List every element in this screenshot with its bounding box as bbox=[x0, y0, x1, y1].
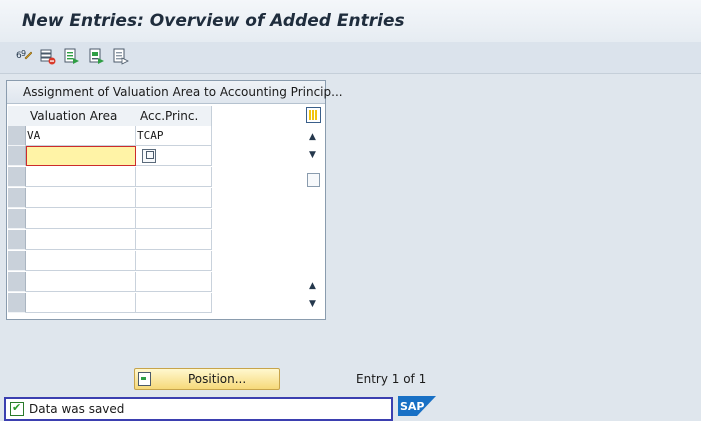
scroll-page-up-icon[interactable]: ▲ bbox=[304, 129, 321, 145]
table-row: VA TCAP bbox=[26, 126, 212, 146]
change-display-icon[interactable]: 6 9 bbox=[16, 48, 32, 66]
row-selector[interactable] bbox=[8, 293, 26, 313]
row-selector-column bbox=[8, 126, 26, 315]
row-selector[interactable] bbox=[8, 167, 26, 187]
row-selector[interactable] bbox=[8, 251, 26, 271]
table-row bbox=[26, 146, 212, 166]
acc-princ-cell[interactable] bbox=[136, 230, 212, 250]
position-icon bbox=[138, 372, 151, 386]
acc-princ-cell[interactable] bbox=[136, 188, 212, 208]
svg-text:SAP: SAP bbox=[400, 400, 425, 413]
svg-text:9: 9 bbox=[21, 49, 26, 58]
acc-princ-cell[interactable] bbox=[136, 209, 212, 229]
success-check-icon bbox=[10, 401, 24, 416]
entry-counter: Entry 1 of 1 bbox=[356, 372, 427, 386]
value-help-icon[interactable] bbox=[142, 149, 156, 163]
table-row bbox=[26, 230, 212, 250]
table-row bbox=[26, 251, 212, 271]
scroll-page-down-icon[interactable]: ▼ bbox=[304, 147, 321, 163]
status-bar: Data was saved SAP bbox=[0, 396, 701, 421]
row-selector[interactable] bbox=[8, 230, 26, 250]
table-row bbox=[26, 188, 212, 208]
acc-princ-cell[interactable] bbox=[136, 293, 212, 313]
valuation-area-cell[interactable] bbox=[26, 293, 136, 313]
select-block-icon[interactable] bbox=[89, 48, 105, 66]
row-selector[interactable] bbox=[8, 146, 26, 166]
row-selector[interactable] bbox=[8, 272, 26, 292]
acc-princ-cell[interactable] bbox=[136, 272, 212, 292]
valuation-area-cell[interactable]: VA bbox=[26, 126, 136, 146]
title-bar: New Entries: Overview of Added Entries bbox=[0, 0, 701, 42]
row-selector[interactable] bbox=[8, 209, 26, 229]
table-header: Assignment of Valuation Area to Accounti… bbox=[7, 81, 343, 104]
position-button[interactable]: Position... bbox=[134, 368, 280, 390]
valuation-area-input[interactable] bbox=[26, 146, 136, 166]
valuation-area-cell[interactable] bbox=[26, 167, 136, 187]
scroll-up-icon[interactable]: ▲ bbox=[304, 278, 321, 294]
application-toolbar: 6 9 bbox=[0, 42, 701, 74]
acc-princ-cell[interactable] bbox=[136, 167, 212, 187]
table-row bbox=[26, 209, 212, 229]
table-settings-icon[interactable] bbox=[306, 107, 321, 123]
table-row bbox=[26, 167, 212, 187]
select-all-rows-button[interactable] bbox=[8, 106, 27, 127]
scroll-down-icon[interactable]: ▼ bbox=[304, 296, 321, 312]
deselect-all-icon[interactable] bbox=[113, 48, 129, 66]
row-selector[interactable] bbox=[8, 188, 26, 208]
table-title: Assignment of Valuation Area to Accounti… bbox=[23, 85, 343, 99]
select-all-icon[interactable] bbox=[64, 48, 80, 66]
sap-logo: SAP bbox=[398, 396, 436, 416]
valuation-area-cell[interactable] bbox=[26, 251, 136, 271]
delete-row-icon[interactable] bbox=[40, 48, 56, 66]
valuation-area-cell[interactable] bbox=[26, 188, 136, 208]
acc-princ-cell[interactable] bbox=[136, 251, 212, 271]
table-row bbox=[26, 272, 212, 292]
valuation-area-cell[interactable] bbox=[26, 209, 136, 229]
page-title: New Entries: Overview of Added Entries bbox=[22, 11, 405, 31]
acc-princ-cell[interactable]: TCAP bbox=[136, 126, 212, 146]
scrollbar-thumb[interactable] bbox=[307, 173, 320, 187]
column-header-acc-princ[interactable]: Acc.Princ. bbox=[136, 106, 212, 127]
status-message-box[interactable]: Data was saved bbox=[4, 397, 393, 421]
column-header-valuation-area[interactable]: Valuation Area bbox=[26, 106, 137, 127]
valuation-area-cell[interactable] bbox=[26, 230, 136, 250]
table-control: Assignment of Valuation Area to Accounti… bbox=[6, 80, 343, 320]
row-selector[interactable] bbox=[8, 126, 26, 146]
table-body: VA TCAP bbox=[26, 126, 212, 315]
table-row bbox=[26, 293, 212, 313]
vertical-scrollbar[interactable]: ▲ ▼ ▲ ▼ bbox=[304, 106, 321, 315]
valuation-area-cell[interactable] bbox=[26, 272, 136, 292]
